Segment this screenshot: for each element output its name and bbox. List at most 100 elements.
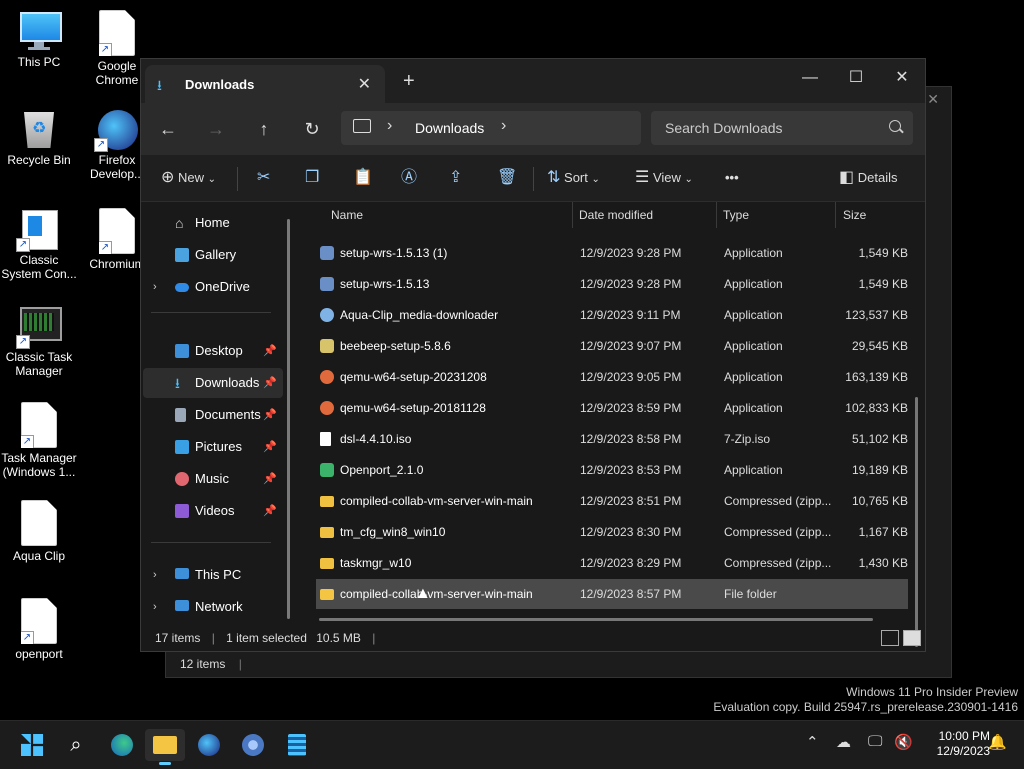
search-input[interactable]: Search Downloads (651, 111, 913, 145)
sidebar-item-documents[interactable]: Documents 📌 (143, 400, 283, 430)
column-header-type[interactable]: Type (723, 208, 749, 222)
navigation-pane: ⌂ Home Gallery › OneDrive Desktop 📌 ⭳ Do… (141, 202, 291, 626)
sidebar-item-this-pc[interactable]: › This PC (143, 560, 283, 590)
sidebar-item-desktop[interactable]: Desktop 📌 (143, 336, 283, 366)
gallery-icon (175, 248, 189, 262)
column-divider[interactable] (572, 202, 573, 228)
sidebar-item-onedrive[interactable]: › OneDrive (143, 272, 283, 302)
sidebar-divider (151, 312, 271, 313)
taskbar-firefox-button[interactable] (189, 729, 229, 761)
network-icon[interactable]: 🖵 (868, 733, 882, 750)
table-row[interactable]: dsl-4.4.10.iso 12/9/2023 8:58 PM 7-Zip.i… (316, 424, 908, 454)
table-row[interactable]: Openport_2.1.0 12/9/2023 8:53 PM Applica… (316, 455, 908, 485)
pin-icon[interactable]: 📌 (263, 496, 277, 526)
details-view-button[interactable] (881, 630, 899, 646)
details-button[interactable]: ◧ Details (839, 163, 898, 193)
column-header-name[interactable]: Name (331, 208, 363, 222)
file-type: Application (724, 401, 783, 415)
document-icon: ↗ (99, 208, 135, 254)
forward-button[interactable]: → (201, 115, 231, 143)
chevron-right-icon[interactable]: › (153, 560, 157, 590)
sidebar-item-music[interactable]: Music 📌 (143, 464, 283, 494)
up-button[interactable]: ↑ (249, 115, 279, 143)
large-icons-view-button[interactable] (903, 630, 921, 646)
table-row[interactable]: qemu-w64-setup-20181128 12/9/2023 8:59 P… (316, 393, 908, 423)
chevron-right-icon[interactable]: › (153, 592, 157, 622)
table-row[interactable]: setup-wrs-1.5.13 12/9/2023 9:28 PM Appli… (316, 269, 908, 299)
table-row[interactable]: beebeep-setup-5.8.6 12/9/2023 9:07 PM Ap… (316, 331, 908, 361)
chevron-up-icon[interactable]: ⌃ (806, 733, 819, 751)
copy-button[interactable]: ❐ (305, 163, 319, 193)
watermark-line1: Windows 11 Pro Insider Preview (846, 685, 1018, 699)
maximize-button[interactable]: ☐ (833, 63, 879, 93)
chevron-right-icon[interactable]: › (501, 117, 506, 135)
minimize-button[interactable]: — (787, 63, 833, 93)
desktop-icon-this-pc[interactable]: This PC (0, 10, 78, 69)
share-button[interactable]: ⇪ (449, 163, 462, 193)
address-bar[interactable]: › Downloads › (341, 111, 641, 145)
file-explorer-window[interactable]: ⭳ Downloads ✕ + — ☐ ✕ ← → ↑ ↻ › Download… (140, 58, 926, 652)
title-bar[interactable]: ⭳ Downloads ✕ + — ☐ ✕ (141, 59, 925, 103)
column-header-size[interactable]: Size (843, 208, 866, 222)
paste-button[interactable]: 📋 (353, 163, 373, 193)
tab-downloads[interactable]: ⭳ Downloads ✕ (145, 65, 385, 103)
taskbar-chromium-button[interactable] (233, 729, 273, 761)
table-row[interactable]: qemu-w64-setup-20231208 12/9/2023 9:05 P… (316, 362, 908, 392)
sidebar-item-pictures[interactable]: Pictures 📌 (143, 432, 283, 462)
table-row-selected[interactable]: compiled-collab-vm-server-win-main 12/9/… (316, 579, 908, 609)
table-row[interactable]: setup-wrs-1.5.13 (1) 12/9/2023 9:28 PM A… (316, 238, 908, 268)
desktop-icon-aqua-clip[interactable]: Aqua Clip (0, 500, 78, 563)
sidebar-item-home[interactable]: ⌂ Home (143, 208, 283, 238)
sort-button[interactable]: ⇅ Sort ⌄ (547, 163, 600, 193)
desktop-icon-classic-system-control[interactable]: ↗ Classic System Con... (0, 208, 78, 281)
pin-icon[interactable]: 📌 (263, 432, 277, 462)
sidebar-scrollbar[interactable] (287, 219, 290, 619)
desktop-icon-classic-task-manager[interactable]: ↗ Classic Task Manager (0, 305, 78, 378)
back-button[interactable]: ← (153, 115, 183, 143)
file-list-horizontal-scrollbar[interactable] (319, 618, 873, 621)
sidebar-item-label: Downloads (195, 375, 260, 390)
notification-bell-icon[interactable]: 🔔 (988, 733, 1007, 751)
taskbar-clock[interactable]: 10:00 PM 12/9/2023 (937, 729, 990, 759)
start-button[interactable] (12, 729, 52, 761)
pin-icon[interactable]: 📌 (263, 368, 277, 398)
documents-icon (175, 408, 186, 422)
new-button[interactable]: ⊕ New ⌄ (161, 163, 216, 193)
table-row[interactable]: compiled-collab-vm-server-win-main 12/9/… (316, 486, 908, 516)
taskbar-edge-button[interactable] (102, 729, 142, 761)
pin-icon[interactable]: 📌 (263, 336, 277, 366)
volume-muted-icon[interactable]: 🔇 (894, 733, 913, 751)
see-more-button[interactable]: ••• (725, 163, 739, 193)
sidebar-item-downloads[interactable]: ⭳ Downloads 📌 (143, 368, 283, 398)
view-button[interactable]: ☰ View ⌄ (635, 163, 693, 193)
pin-icon[interactable]: 📌 (263, 464, 277, 494)
refresh-button[interactable]: ↻ (297, 115, 327, 143)
sidebar-item-gallery[interactable]: Gallery (143, 240, 283, 270)
close-window-button[interactable]: ✕ (879, 63, 925, 93)
pin-icon[interactable]: 📌 (263, 400, 277, 430)
desktop-icon-openport[interactable]: ↗ openport (0, 598, 78, 661)
column-divider[interactable] (835, 202, 836, 228)
delete-button[interactable]: 🗑 (497, 163, 517, 193)
desktop-icon-recycle-bin[interactable]: ♻ Recycle Bin (0, 108, 78, 167)
taskbar-file-explorer-button[interactable] (145, 729, 185, 765)
desktop-icon-task-manager-windows[interactable]: ↗ Task Manager (Windows 1... (0, 402, 78, 479)
cut-button[interactable]: ✂ (257, 163, 270, 193)
table-row[interactable]: taskmgr_w10 12/9/2023 8:29 PM Compressed… (316, 548, 908, 578)
chevron-right-icon[interactable]: › (153, 272, 157, 302)
onedrive-icon[interactable]: ☁ (836, 733, 851, 751)
search-button[interactable]: ⌕ (56, 729, 96, 761)
sidebar-item-videos[interactable]: Videos 📌 (143, 496, 283, 526)
chevron-right-icon[interactable]: › (387, 117, 392, 135)
close-tab-icon[interactable]: ✕ (358, 74, 371, 94)
rename-button[interactable]: Ⓐ (401, 163, 417, 193)
new-tab-button[interactable]: + (403, 71, 415, 91)
column-header-date[interactable]: Date modified (579, 208, 653, 222)
sidebar-item-network[interactable]: › Network (143, 592, 283, 622)
column-divider[interactable] (716, 202, 717, 228)
taskbar-notepad-button[interactable] (277, 729, 317, 761)
file-list-vertical-scrollbar[interactable] (915, 397, 918, 647)
close-icon[interactable]: ✕ (927, 91, 939, 108)
table-row[interactable]: Aqua-Clip_media-downloader 12/9/2023 9:1… (316, 300, 908, 330)
table-row[interactable]: tm_cfg_win8_win10 12/9/2023 8:30 PM Comp… (316, 517, 908, 547)
